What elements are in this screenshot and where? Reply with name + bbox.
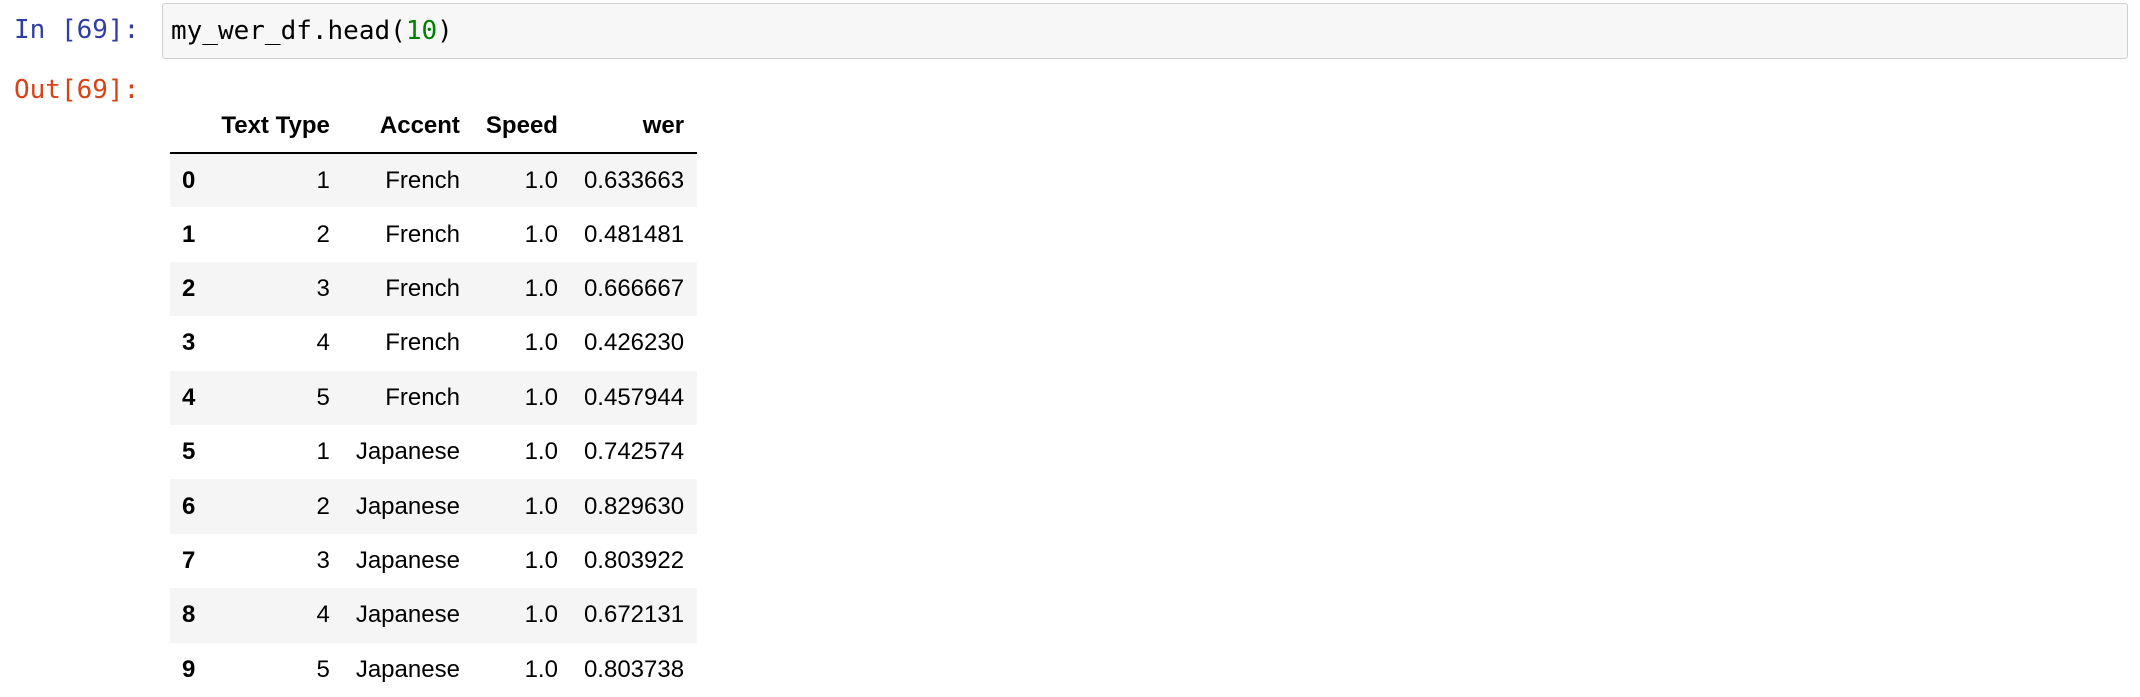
dataframe-table: Text Type Accent Speed wer 0 1 French 1.0 0.… xyxy=(170,100,698,697)
cell-wer: 0.829630 xyxy=(583,492,685,520)
row-index: 4 xyxy=(182,383,196,411)
cell-accent: French xyxy=(385,166,460,194)
table-row: 9 5 Japanese 1.0 0.803738 xyxy=(170,643,697,697)
cell-speed: 1.0 xyxy=(524,274,558,302)
input-prompt: In [69]: xyxy=(14,15,140,45)
table-row: 3 4 French 1.0 0.426230 xyxy=(170,316,697,370)
code-text: my_wer_df.head( xyxy=(171,16,406,46)
column-header-text-type: Text Type xyxy=(208,100,343,154)
cell-speed: 1.0 xyxy=(524,601,558,629)
index-header xyxy=(170,100,209,154)
output-prompt: Out[69]: xyxy=(14,75,140,105)
table-row: 6 2 Japanese 1.0 0.829630 xyxy=(170,479,698,534)
table-row: 4 5 French 1.0 0.457944 xyxy=(170,370,698,425)
cell-accent: French xyxy=(385,274,460,302)
row-index: 0 xyxy=(182,166,196,194)
table-row: 1 2 French 1.0 0.481481 xyxy=(170,207,697,261)
cell-accent: French xyxy=(385,383,460,411)
cell-text-type: 2 xyxy=(316,220,330,248)
cell-speed: 1.0 xyxy=(524,383,558,411)
cell-wer: 0.803738 xyxy=(583,655,685,683)
cell-wer: 0.426230 xyxy=(583,329,685,357)
table-row: 0 1 French 1.0 0.633663 xyxy=(170,153,698,208)
row-index: 5 xyxy=(182,438,196,466)
cell-wer: 0.457944 xyxy=(583,383,685,411)
table-header-row: Text Type Accent Speed wer xyxy=(170,100,698,154)
cell-text-type: 1 xyxy=(316,438,330,466)
cell-text-type: 5 xyxy=(316,383,330,411)
cell-accent: French xyxy=(385,220,460,248)
column-header-wer: wer xyxy=(570,100,698,154)
cell-accent: Japanese xyxy=(355,601,460,629)
cell-accent: French xyxy=(385,329,460,357)
column-header-accent: Accent xyxy=(342,100,473,154)
row-index: 7 xyxy=(182,546,196,574)
cell-text-type: 3 xyxy=(316,274,330,302)
cell-speed: 1.0 xyxy=(524,546,558,574)
column-header-speed: Speed xyxy=(472,100,571,154)
row-index: 1 xyxy=(182,220,196,248)
cell-speed: 1.0 xyxy=(524,438,558,466)
table-row: 2 3 French 1.0 0.666667 xyxy=(170,261,698,317)
cell-text-type: 4 xyxy=(316,601,330,629)
cell-speed: 1.0 xyxy=(524,166,558,194)
cell-speed: 1.0 xyxy=(524,655,558,683)
cell-accent: Japanese xyxy=(355,492,460,520)
cell-text-type: 1 xyxy=(316,166,330,194)
row-index: 8 xyxy=(182,601,196,629)
row-index: 9 xyxy=(182,655,196,683)
table-row: 5 1 Japanese 1.0 0.742574 xyxy=(170,425,697,479)
cell-accent: Japanese xyxy=(355,546,460,574)
row-index: 6 xyxy=(182,492,196,520)
cell-speed: 1.0 xyxy=(524,220,558,248)
cell-text-type: 4 xyxy=(316,329,330,357)
cell-wer: 0.672131 xyxy=(583,601,685,629)
cell-text-type: 5 xyxy=(316,655,330,683)
code-close-paren: ) xyxy=(437,16,453,46)
table-row: 8 4 Japanese 1.0 0.672131 xyxy=(170,588,698,643)
table-body: 0 1 French 1.0 0.633663 1 2 French 1.0 0.481481 2 3… xyxy=(170,153,698,697)
row-index: 3 xyxy=(182,329,196,357)
cell-text-type: 2 xyxy=(316,492,330,520)
row-index: 2 xyxy=(182,274,196,302)
cell-speed: 1.0 xyxy=(524,329,558,357)
code-cell-input[interactable]: my_wer_df.head(10) xyxy=(162,3,2128,59)
cell-text-type: 3 xyxy=(316,546,330,574)
cell-accent: Japanese xyxy=(355,655,460,683)
cell-wer: 0.481481 xyxy=(583,220,685,248)
cell-wer: 0.633663 xyxy=(583,166,685,194)
code-number-argument: 10 xyxy=(405,16,438,46)
cell-wer: 0.803922 xyxy=(583,546,685,574)
cell-wer: 0.666667 xyxy=(583,274,685,302)
cell-accent: Japanese xyxy=(355,438,460,466)
table-row: 7 3 Japanese 1.0 0.803922 xyxy=(170,534,697,588)
cell-wer: 0.742574 xyxy=(583,438,685,466)
cell-speed: 1.0 xyxy=(524,492,558,520)
